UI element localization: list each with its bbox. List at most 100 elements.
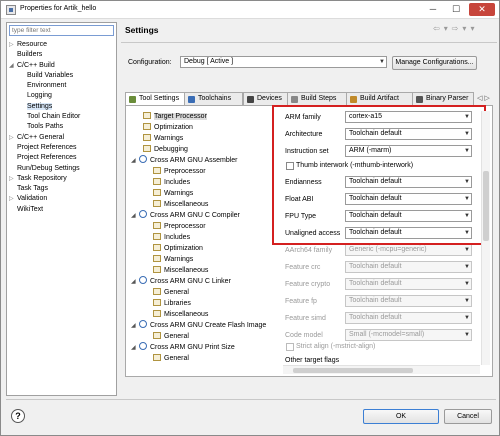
- view-menu-icon[interactable]: ▾: [470, 24, 474, 33]
- tool-node[interactable]: ◢ Cross ARM GNU C Linker: [131, 276, 281, 287]
- aarch64-family-select[interactable]: Generic (-mcpu=generic) ▼: [345, 244, 472, 256]
- tool-option-node[interactable]: Includes: [131, 177, 281, 188]
- tool-node[interactable]: ◢ Cross ARM GNU Create Flash Image: [131, 320, 281, 331]
- minimize-button[interactable]: ─: [422, 3, 444, 16]
- aarch64-family-value: Generic (-mcpu=generic): [349, 246, 427, 253]
- tool-option-node[interactable]: General: [131, 353, 281, 364]
- property-page-item[interactable]: Run/Debug Settings: [9, 164, 117, 174]
- expand-arrow-icon[interactable]: ▷: [9, 40, 17, 50]
- tool-option-node[interactable]: Includes: [131, 232, 281, 243]
- tool-tree-label: Optimization: [164, 245, 203, 252]
- tool-node[interactable]: ◢ Cross ARM GNU Assembler: [131, 155, 281, 166]
- tab-icon: [188, 96, 195, 103]
- property-page-label: Settings: [27, 102, 53, 110]
- property-page-item[interactable]: Builders: [9, 50, 117, 60]
- code-model-select[interactable]: Small (-mcmodel=small) ▼: [345, 329, 472, 341]
- tab-binary-parser[interactable]: Binary Parser: [412, 92, 474, 105]
- property-page-item[interactable]: ▷ C/C++ General: [9, 133, 117, 143]
- feature-simd-label: Feature simd: [285, 315, 326, 322]
- back-arrow-icon[interactable]: ⇦: [433, 24, 440, 33]
- tool-option-node[interactable]: Optimization: [131, 122, 281, 133]
- expand-arrow-icon[interactable]: ▷: [9, 133, 17, 143]
- tabs-scroll-arrows[interactable]: ◁ ▷: [477, 94, 490, 102]
- property-page-item[interactable]: ▷ Resource: [9, 40, 117, 50]
- tool-tree-label: Debugging: [154, 146, 188, 153]
- scrollbar-thumb[interactable]: [293, 368, 413, 373]
- tool-tree-label: General: [164, 333, 189, 340]
- forward-arrow-icon[interactable]: ⇨: [452, 24, 459, 33]
- maximize-button[interactable]: ☐: [445, 3, 467, 16]
- code-model-value: Small (-mcmodel=small): [349, 331, 425, 338]
- ok-button[interactable]: OK: [363, 409, 439, 424]
- chevron-down-icon: ▼: [379, 59, 385, 65]
- help-icon[interactable]: ?: [11, 409, 25, 423]
- feature-simd-select[interactable]: Toolchain default ▼: [345, 312, 472, 324]
- expand-arrow-icon[interactable]: ▷: [9, 194, 17, 204]
- back-menu-icon[interactable]: ▾: [444, 24, 448, 33]
- property-page-item[interactable]: Settings: [9, 102, 117, 112]
- property-page-item[interactable]: Project References: [9, 143, 117, 153]
- property-page-item[interactable]: ◢ C/C++ Build: [9, 61, 117, 71]
- vertical-scrollbar[interactable]: [481, 111, 490, 365]
- property-page-item[interactable]: Task Tags: [9, 184, 117, 194]
- settings-page-icon: [153, 222, 161, 229]
- filter-input[interactable]: [9, 25, 114, 36]
- manage-configurations-button[interactable]: Manage Configurations...: [392, 56, 477, 70]
- feature-fp-select[interactable]: Toolchain default ▼: [345, 295, 472, 307]
- tool-option-node[interactable]: Libraries: [131, 298, 281, 309]
- tab-label: Build Steps: [301, 95, 337, 102]
- property-page-item[interactable]: Environment: [9, 81, 117, 91]
- tab-devices[interactable]: Devices: [243, 92, 288, 105]
- tool-option-node[interactable]: Warnings: [131, 254, 281, 265]
- expand-arrow-icon[interactable]: ◢: [9, 61, 17, 71]
- tab-tool-settings[interactable]: Tool Settings: [125, 92, 185, 106]
- horizontal-scrollbar[interactable]: [283, 365, 480, 374]
- tool-option-node[interactable]: General: [131, 287, 281, 298]
- settings-page-icon: [153, 189, 161, 196]
- property-page-item[interactable]: Logging: [9, 91, 117, 101]
- settings-page-icon: [153, 332, 161, 339]
- settings-page-icon: [153, 200, 161, 207]
- tab-build-steps[interactable]: Build Steps: [287, 92, 347, 105]
- close-button[interactable]: ✕: [469, 3, 495, 16]
- tab-toolchains[interactable]: Toolchains: [184, 92, 243, 105]
- property-page-label: Builders: [17, 51, 43, 59]
- property-page-item[interactable]: Project References: [9, 153, 117, 163]
- tool-option-node[interactable]: General: [131, 331, 281, 342]
- chevron-down-icon: ▼: [464, 264, 470, 270]
- property-page-item[interactable]: ▷ Task Repository: [9, 174, 117, 184]
- configuration-label: Configuration:: [128, 59, 172, 66]
- tool-option-node[interactable]: Target Processor: [131, 111, 281, 122]
- eclipse-app-icon: [6, 5, 16, 15]
- configuration-select[interactable]: Debug [ Active ] ▼: [180, 56, 387, 68]
- tool-option-node[interactable]: Optimization: [131, 243, 281, 254]
- tool-option-node[interactable]: Miscellaneous: [131, 199, 281, 210]
- tool-option-node[interactable]: Warnings: [131, 133, 281, 144]
- chevron-down-icon: ▼: [464, 315, 470, 321]
- tool-node[interactable]: ◢ Cross ARM GNU Print Size: [131, 342, 281, 353]
- feature-crc-select[interactable]: Toolchain default ▼: [345, 261, 472, 273]
- tool-tree-label: Libraries: [164, 300, 191, 307]
- tab-build-artifact[interactable]: Build Artifact: [346, 92, 413, 105]
- feature-crypto-select[interactable]: Toolchain default ▼: [345, 278, 472, 290]
- scrollbar-thumb[interactable]: [483, 171, 489, 241]
- highlight-box: [272, 105, 486, 245]
- expand-arrow-icon[interactable]: ▷: [9, 174, 17, 184]
- property-page-label: Project References: [17, 154, 77, 162]
- property-page-item[interactable]: Tools Paths: [9, 122, 117, 132]
- feature-fp-value: Toolchain default: [349, 297, 402, 304]
- tool-option-node[interactable]: Miscellaneous: [131, 309, 281, 320]
- tool-node[interactable]: ◢ Cross ARM GNU C Compiler: [131, 210, 281, 221]
- tool-option-node[interactable]: Warnings: [131, 188, 281, 199]
- tool-option-node[interactable]: Preprocessor: [131, 166, 281, 177]
- property-page-item[interactable]: Build Variables: [9, 71, 117, 81]
- tool-option-node[interactable]: Debugging: [131, 144, 281, 155]
- tool-option-node[interactable]: Miscellaneous: [131, 265, 281, 276]
- property-page-item[interactable]: ▷ Validation: [9, 194, 117, 204]
- tool-option-node[interactable]: Preprocessor: [131, 221, 281, 232]
- property-page-item[interactable]: WikiText: [9, 205, 117, 215]
- cancel-button[interactable]: Cancel: [444, 409, 492, 424]
- strict-align-checkbox[interactable]: [286, 343, 294, 351]
- property-page-item[interactable]: Tool Chain Editor: [9, 112, 117, 122]
- forward-menu-icon[interactable]: ▾: [462, 24, 466, 33]
